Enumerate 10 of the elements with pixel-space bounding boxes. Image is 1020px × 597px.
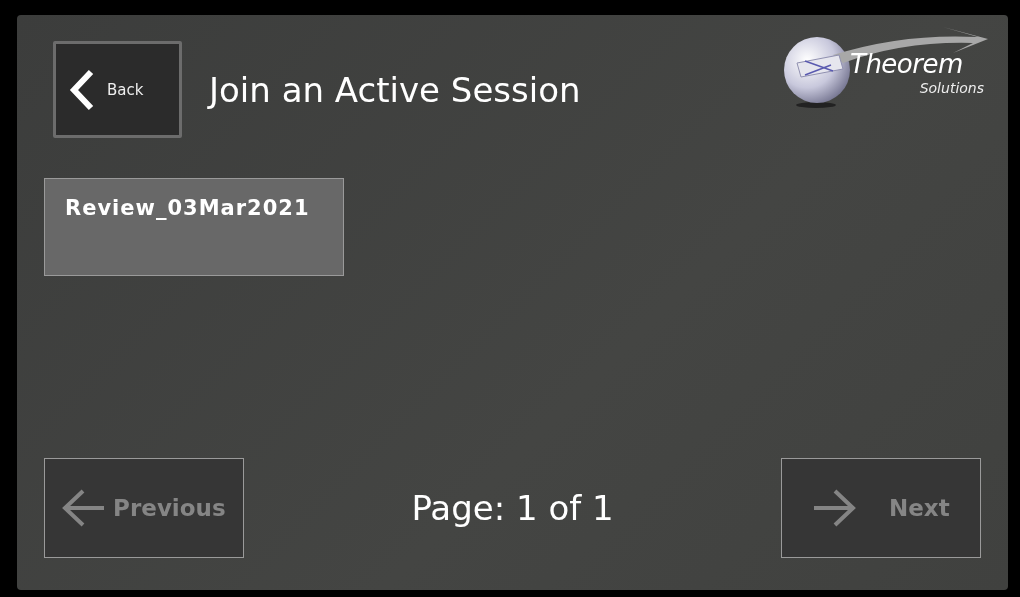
page-indicator: Page: 1 of 1 (411, 488, 614, 528)
globe-logo-icon (783, 25, 988, 109)
logo-tagline: Solutions (919, 80, 984, 96)
page-title: Join an Active Session (209, 69, 581, 110)
arrow-left-icon (62, 489, 107, 527)
back-button[interactable]: Back (53, 41, 182, 138)
chevron-left-icon (69, 68, 95, 111)
session-tile[interactable]: Review_03Mar2021 (44, 178, 344, 276)
arrow-right-icon (812, 489, 857, 527)
logo-name: Theorem (850, 49, 963, 79)
